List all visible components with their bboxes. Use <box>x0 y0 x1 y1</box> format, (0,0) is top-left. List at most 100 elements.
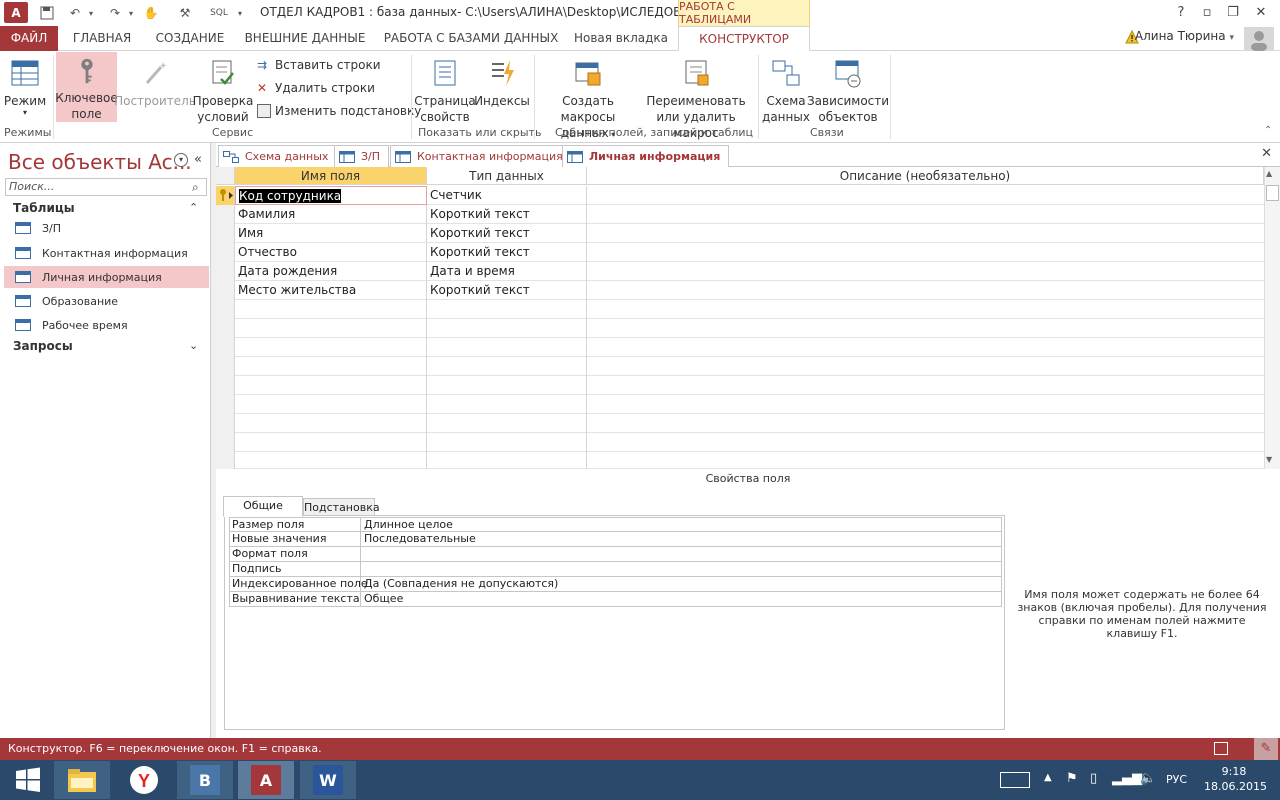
field-name-cell[interactable] <box>235 395 427 414</box>
data-type-cell[interactable] <box>427 376 587 395</box>
property-row[interactable]: Новые значения Последовательные <box>229 532 1002 547</box>
nav-pane-header[interactable]: Все объекты Ac... <box>8 150 192 174</box>
field-name-cell[interactable] <box>235 300 427 319</box>
table-row[interactable]: Дата рождения Дата и время <box>216 262 1264 281</box>
field-name-cell[interactable] <box>235 376 427 395</box>
property-row[interactable]: Подпись <box>229 562 1002 577</box>
property-row[interactable]: Выравнивание текста Общее <box>229 592 1002 607</box>
field-name-cell[interactable] <box>235 414 427 433</box>
row-selector[interactable] <box>216 224 235 243</box>
doc-tab-personal-info[interactable]: Личная информация <box>562 145 730 167</box>
row-selector[interactable] <box>216 205 235 224</box>
undo-dropdown-icon[interactable]: ▾ <box>86 3 96 23</box>
sql-icon[interactable]: SQL <box>208 3 230 23</box>
empty-row[interactable] <box>216 433 1264 452</box>
field-name-cell[interactable] <box>235 452 427 469</box>
nav-group-tables[interactable]: Таблицы <box>13 201 75 215</box>
scroll-down-icon[interactable]: ▼ <box>1266 455 1272 464</box>
nav-search-input[interactable]: Поиск... <box>5 178 207 196</box>
test-validation-button[interactable]: Проверка условий <box>193 53 253 125</box>
shutter-bar-close-icon[interactable]: « <box>194 152 202 167</box>
collapse-ribbon-icon[interactable]: ⌃ <box>1264 125 1272 136</box>
data-type-cell[interactable]: Счетчик <box>427 186 587 205</box>
tab-file[interactable]: ФАЙЛ <box>0 26 58 51</box>
tab-database-tools[interactable]: РАБОТА С БАЗАМИ ДАННЫХ <box>378 26 564 51</box>
start-button[interactable] <box>0 761 56 799</box>
volume-icon[interactable]: 🔈 <box>1140 771 1156 786</box>
property-value[interactable]: Длинное целое <box>364 518 453 532</box>
ribbon-display-icon[interactable]: ▫ <box>1194 2 1220 22</box>
modify-lookups-button[interactable]: Изменить подстановку <box>257 101 421 121</box>
table-row[interactable]: Имя Короткий текст <box>216 224 1264 243</box>
delete-rows-button[interactable]: ✕ Удалить строки <box>257 78 375 98</box>
property-row[interactable]: Индексированное поле Да (Совпадения не до… <box>229 577 1002 592</box>
table-row[interactable]: Место жительства Короткий текст <box>216 281 1264 300</box>
property-value[interactable]: Да (Совпадения не допускаются) <box>364 577 558 591</box>
empty-row[interactable] <box>216 338 1264 357</box>
row-selector[interactable] <box>216 452 235 469</box>
expand-group-icon[interactable]: ⌄ <box>189 339 198 352</box>
nav-item-table-selected[interactable]: Личная информация <box>4 266 209 288</box>
data-type-cell[interactable]: Короткий текст <box>427 224 587 243</box>
avatar[interactable] <box>1244 27 1274 51</box>
customize-qat-icon[interactable]: ▾ <box>234 3 246 23</box>
object-dependencies-button[interactable]: Зависимости объектов <box>807 53 889 125</box>
restore-button[interactable]: ❐ <box>1220 2 1246 22</box>
redo-icon[interactable]: ↷ <box>104 3 126 23</box>
touch-mode-icon[interactable]: ✋ <box>140 3 162 23</box>
field-name-cell[interactable]: Дата рождения <box>235 262 427 281</box>
empty-row[interactable] <box>216 300 1264 319</box>
field-name-cell[interactable] <box>235 319 427 338</box>
tab-external-data[interactable]: ВНЕШНИЕ ДАННЫЕ <box>240 26 370 51</box>
column-header-field-name[interactable]: Имя поля <box>235 167 427 185</box>
save-icon[interactable] <box>36 3 58 23</box>
data-type-cell[interactable] <box>427 338 587 357</box>
empty-row[interactable] <box>216 414 1264 433</box>
row-selector[interactable] <box>216 357 235 376</box>
row-selector[interactable] <box>216 300 235 319</box>
scroll-up-icon[interactable]: ▲ <box>1266 169 1272 178</box>
row-selector[interactable] <box>216 395 235 414</box>
table-row[interactable]: Код сотрудника Счетчик <box>216 186 1264 205</box>
table-row[interactable]: Отчество Короткий текст <box>216 243 1264 262</box>
vertical-scrollbar[interactable]: ▲ ▼ <box>1264 167 1280 469</box>
nav-menu-chevron-icon[interactable]: ▾ <box>174 153 188 167</box>
field-name-cell[interactable]: Фамилия <box>235 205 427 224</box>
row-selector[interactable] <box>216 243 235 262</box>
taskbar-yandex[interactable]: Y <box>116 761 172 799</box>
field-name-cell[interactable]: Код сотрудника <box>235 186 427 205</box>
row-selector[interactable] <box>216 338 235 357</box>
close-document-icon[interactable]: ✕ <box>1261 146 1272 161</box>
column-header-description[interactable]: Описание (необязательно) <box>587 167 1264 185</box>
description-cell[interactable] <box>587 205 1264 224</box>
search-icon[interactable]: ⌕ <box>192 180 199 195</box>
relationships-button[interactable]: Схема данных <box>762 53 810 125</box>
data-type-cell[interactable]: Короткий текст <box>427 243 587 262</box>
empty-row[interactable] <box>216 452 1264 469</box>
empty-row[interactable] <box>216 319 1264 338</box>
network-icon[interactable]: ▂▄▆ <box>1112 771 1142 786</box>
doc-tab-contact-info[interactable]: Контактная информация <box>390 145 572 167</box>
data-type-cell[interactable]: Короткий текст <box>427 281 587 300</box>
tab-new[interactable]: Новая вкладка <box>570 26 672 51</box>
field-name-cell[interactable] <box>235 357 427 376</box>
data-type-cell[interactable] <box>427 414 587 433</box>
data-type-cell[interactable] <box>427 300 587 319</box>
data-type-cell[interactable] <box>427 319 587 338</box>
property-value[interactable]: Последовательные <box>364 532 476 546</box>
data-type-cell[interactable] <box>427 357 587 376</box>
language-indicator[interactable]: РУС <box>1166 773 1187 786</box>
table-row[interactable]: Фамилия Короткий текст <box>216 205 1264 224</box>
action-center-icon[interactable]: ⚑ <box>1066 771 1078 786</box>
empty-row[interactable] <box>216 376 1264 395</box>
help-icon[interactable]: ? <box>1168 2 1194 22</box>
field-name-cell[interactable]: Имя <box>235 224 427 243</box>
tab-general[interactable]: Общие <box>223 496 303 517</box>
description-cell[interactable] <box>587 243 1264 262</box>
property-sheet-button[interactable]: Страница свойств <box>414 53 476 125</box>
undo-icon[interactable]: ↶ <box>64 3 86 23</box>
field-name-cell[interactable] <box>235 338 427 357</box>
indexes-button[interactable]: Индексы <box>474 53 530 109</box>
select-all-corner[interactable] <box>216 167 235 185</box>
data-type-cell[interactable] <box>427 395 587 414</box>
